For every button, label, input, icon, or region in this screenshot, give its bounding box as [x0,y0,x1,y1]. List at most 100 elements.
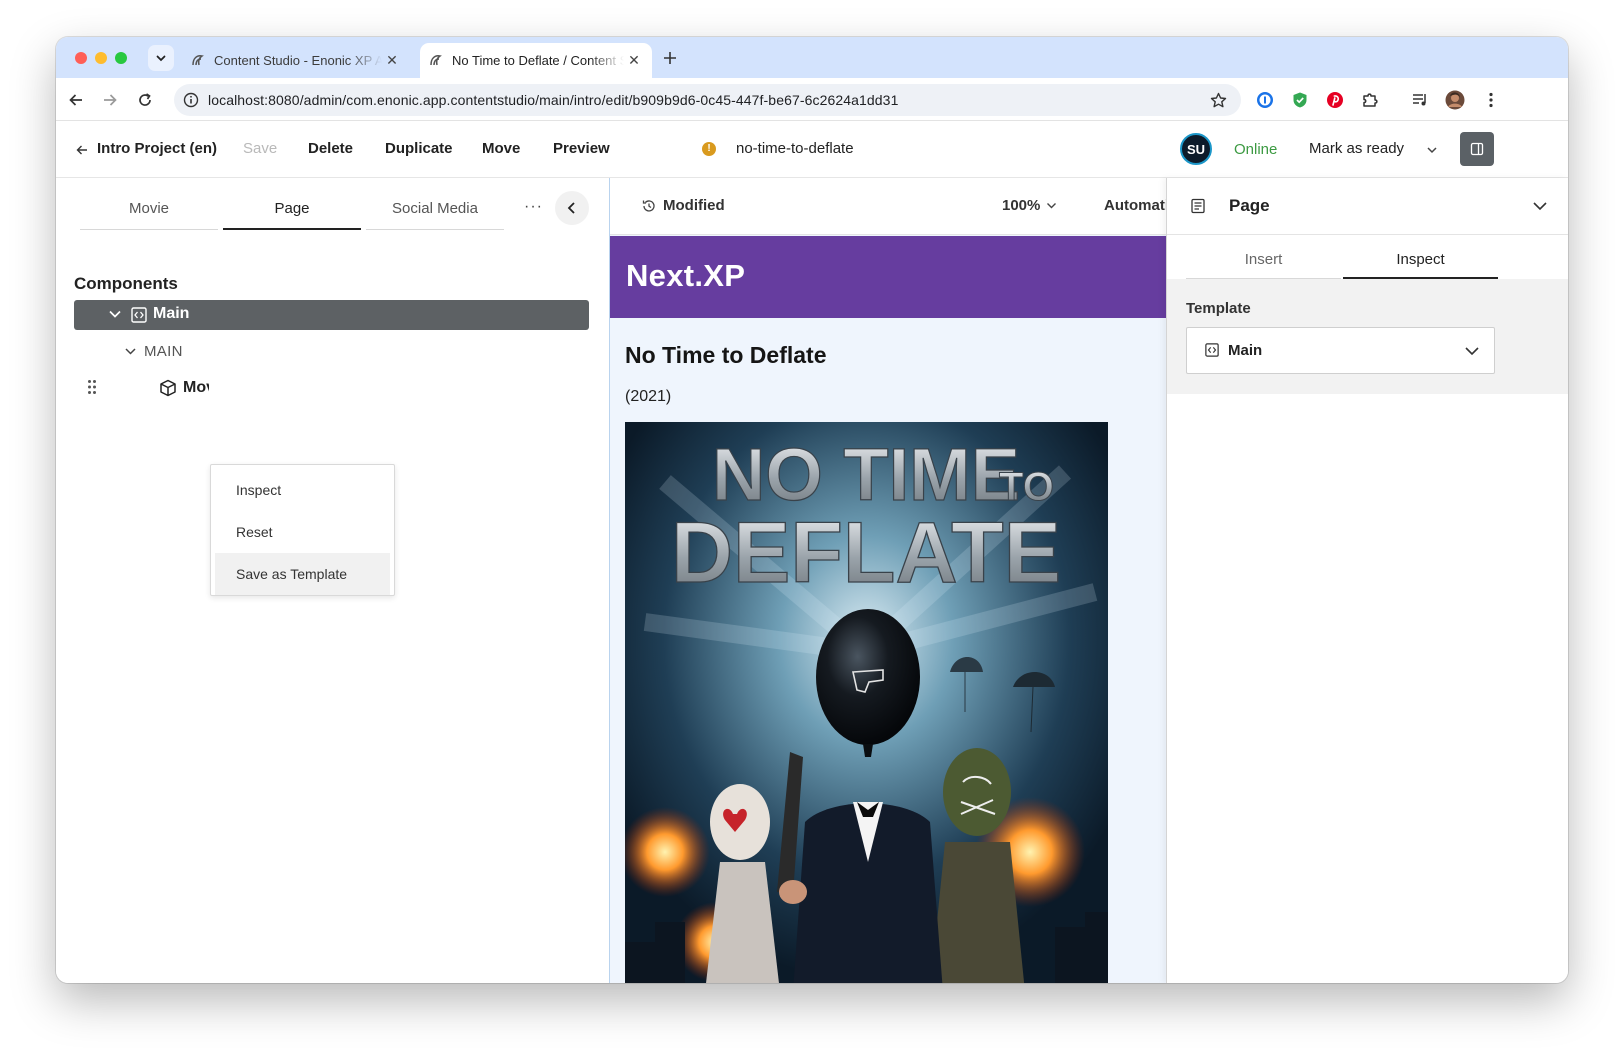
tab-search-button[interactable] [148,45,174,71]
tree-item-label: MAIN [144,343,183,360]
context-menu-save-as-template[interactable]: Save as Template [215,553,390,595]
tab-title: Content Studio - Enonic XP Admin [214,53,382,68]
more-tabs-button[interactable]: ··· [524,198,543,216]
page-details-icon [1191,198,1205,214]
context-panel: Page Insert Inspect Template Main [1166,178,1568,983]
collapse-panel-button[interactable] [555,191,589,225]
inspect-panel: Template Main [1167,279,1568,394]
tab-inspect[interactable]: Inspect [1343,249,1498,279]
browser-toolbar: localhost:8080/admin/com.enonic.app.cont… [56,78,1568,121]
new-tab-button[interactable] [658,46,682,70]
part-cube-icon [160,379,176,397]
drag-handle-icon[interactable] [87,379,97,395]
arrow-left-icon[interactable] [76,144,88,156]
reload-button[interactable] [134,89,156,111]
context-menu-inspect[interactable]: Inspect [215,469,390,511]
site-header: Next.XP [610,236,1166,318]
movie-year: (2021) [625,388,672,405]
live-preview-panel: Modified 100% Automatic Next.XP No Time … [609,178,1166,983]
tab-movie[interactable]: Movie [80,196,218,230]
context-menu: Inspect Reset Save as Template [210,464,395,596]
movie-title: No Time to Deflate [625,342,827,368]
enonic-favicon-icon [192,54,204,65]
browser-tab-strip: Content Studio - Enonic XP Admin ✕ No Ti… [56,37,1568,78]
browser-menu-icon[interactable] [1481,90,1501,110]
template-label: Template [1186,300,1251,317]
modified-status[interactable]: Modified [663,197,725,214]
components-heading: Components [74,274,178,293]
close-tab-icon[interactable]: ✕ [382,52,402,69]
extensions-puzzle-icon[interactable] [1360,90,1380,110]
save-button[interactable]: Save [243,140,277,157]
warning-icon: ! [702,142,716,156]
reload-icon [139,93,151,106]
content-editor-toolbar: Intro Project (en) Save Delete Duplicate… [56,121,1568,178]
history-icon [642,200,655,212]
forward-button[interactable] [99,89,121,111]
content-name: no-time-to-deflate [736,140,854,157]
page-component-icon [131,307,147,323]
wizard-panel: Movie Page Social Media ··· Components M… [56,178,609,983]
preview-button[interactable]: Preview [553,140,610,157]
arrow-left-icon [69,94,82,106]
context-menu-reset[interactable]: Reset [215,511,390,553]
minimize-window-button[interactable] [95,52,107,64]
close-window-button[interactable] [75,52,87,64]
plus-icon [664,52,676,64]
zoom-select[interactable]: 100% [1002,197,1040,214]
delete-button[interactable]: Delete [308,140,353,157]
address-bar[interactable]: localhost:8080/admin/com.enonic.app.cont… [174,84,1241,116]
preview-mode-select[interactable]: Automatic [1104,197,1166,214]
url-text: localhost:8080/admin/com.enonic.app.cont… [208,92,899,108]
tree-item-main-page[interactable]: Main [74,300,589,330]
chevron-down-icon[interactable] [1532,200,1548,212]
media-controls-icon[interactable] [1410,90,1430,110]
tree-item-part-movie[interactable]: Movie [159,377,209,399]
maximize-window-button[interactable] [115,52,127,64]
toggle-context-panel-button[interactable] [1460,132,1494,166]
context-panel-title: Page [1229,196,1270,215]
chevron-down-icon[interactable] [108,307,122,321]
back-button[interactable] [65,89,87,111]
template-select[interactable]: Main [1186,327,1495,374]
duplicate-button[interactable]: Duplicate [385,140,453,157]
preview-toolbar: Modified 100% Automatic [610,178,1166,235]
tab-title: No Time to Deflate / Content Studio [452,53,624,68]
chevron-down-icon[interactable] [1426,145,1438,155]
movie-poster-image[interactable]: NO TIME TO DEFLATE [625,422,1108,983]
browser-window: Content Studio - Enonic XP Admin ✕ No Ti… [56,37,1568,983]
mark-as-ready-button[interactable]: Mark as ready [1309,140,1404,157]
site-brand[interactable]: Next.XP [626,258,745,294]
shield-extension-icon[interactable] [1290,90,1310,110]
tab-social-media[interactable]: Social Media [366,196,504,230]
browser-tab-content-studio[interactable]: Content Studio - Enonic XP Admin ✕ [182,43,410,78]
context-panel-header: Page [1167,178,1568,235]
chevron-left-icon [567,202,575,214]
template-select-value: Main [1228,342,1263,359]
pinterest-extension-icon[interactable] [1325,90,1345,110]
password-manager-extension-icon[interactable] [1255,90,1275,110]
browser-tab-active[interactable]: No Time to Deflate / Content Studio ✕ [420,43,652,78]
chevron-down-icon [156,55,166,62]
user-avatar[interactable]: SU [1180,133,1212,165]
page-component-icon [1205,343,1219,357]
context-panel-tabs: Insert Inspect [1186,249,1498,279]
poster-title-to: TO [999,465,1054,509]
tab-page[interactable]: Page [223,196,361,230]
chevron-down-icon[interactable] [124,345,137,358]
poster-title-line1: NO TIME [712,433,1020,516]
poster-title-line2: DEFLATE [671,505,1061,601]
chevron-down-icon[interactable] [1046,202,1057,210]
tree-item-label: Main [153,305,190,322]
site-info-icon[interactable] [183,92,199,108]
chevron-down-icon[interactable] [1464,345,1480,357]
close-tab-icon[interactable]: ✕ [624,52,644,69]
tab-insert[interactable]: Insert [1186,249,1341,279]
profile-avatar-icon[interactable] [1445,90,1465,110]
move-button[interactable]: Move [482,140,520,157]
tree-item-label: Movie [183,379,209,396]
online-status: Online [1234,141,1278,158]
bookmark-star-icon[interactable] [1210,92,1227,109]
arrow-right-icon [104,94,117,106]
project-back-link[interactable]: Intro Project (en) [97,140,217,157]
